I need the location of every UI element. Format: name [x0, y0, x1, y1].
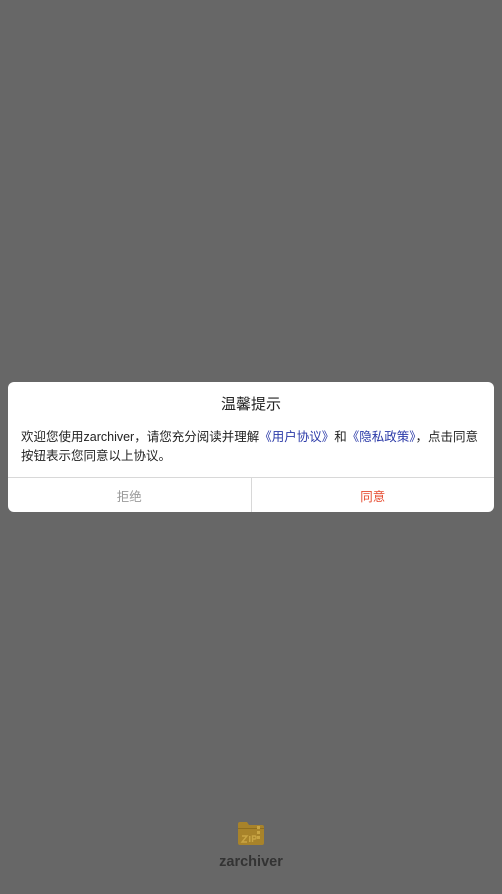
- dialog-message: 欢迎您使用zarchiver，请您充分阅读并理解《用户协议》和《隐私政策》，点击…: [21, 428, 482, 466]
- privacy-dialog: 温馨提示 欢迎您使用zarchiver，请您充分阅读并理解《用户协议》和《隐私政…: [8, 382, 494, 512]
- privacy-policy-link[interactable]: 《隐私政策》: [347, 430, 416, 444]
- app-brand: zarchiver: [0, 820, 502, 870]
- user-agreement-link[interactable]: 《用户协议》: [259, 430, 334, 444]
- app-name: zarchiver: [219, 854, 283, 870]
- dialog-title: 温馨提示: [220, 396, 281, 413]
- dialog-button-row: 拒绝 同意: [8, 478, 494, 512]
- message-prefix: 欢迎您使用zarchiver，请您充分阅读并理解: [21, 430, 260, 444]
- agree-button[interactable]: 同意: [252, 478, 495, 512]
- message-connector: 和: [334, 430, 347, 444]
- zip-folder-icon: [237, 820, 265, 846]
- reject-button[interactable]: 拒绝: [8, 478, 251, 512]
